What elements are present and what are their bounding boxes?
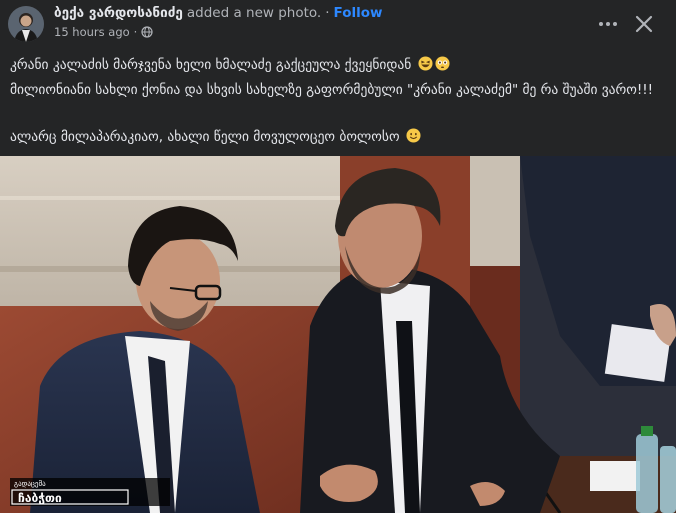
smiling-face-icon <box>406 128 421 143</box>
post-text-line-2: მილიონიანი სახლი ქონია და სხვის სახელზე … <box>10 80 670 100</box>
watermark-small-text: გადაცემა <box>14 480 46 488</box>
photo-post: ბექა ვარდოსანიძე added a new photo. · Follo… <box>0 0 676 513</box>
post-paragraph-2: მილიონიანი სახლი ქონია და სხვის სახელზე … <box>10 82 654 98</box>
ellipsis-icon <box>599 22 617 26</box>
photo-scene: გადაცემა ჩაბჭთი <box>0 156 676 513</box>
close-button[interactable] <box>632 12 656 36</box>
laughing-squint-face-icon <box>418 56 433 71</box>
more-options-button[interactable] <box>596 12 620 36</box>
watermark-big-text: ჩაბჭთი <box>18 491 62 505</box>
post-paragraph-3: ალარც მილაპარაკიაო, ახალი წელი მოვულოცეო… <box>10 129 400 145</box>
post-photo[interactable]: გადაცემა ჩაბჭთი <box>0 156 676 513</box>
post-text-line-1: კრანი კალაძის მარჯვენა ხელი ხმალაძე გაქც… <box>10 55 670 75</box>
post-action-text: added a new photo. <box>186 5 322 21</box>
post-text-line-3: ალარც მილაპარაკიაო, ახალი წელი მოვულოცეო… <box>10 127 670 147</box>
globe-icon <box>141 26 153 38</box>
separator-dot: · <box>325 5 330 21</box>
post-paragraph-1: კრანი კალაძის მარჯვენა ხელი ხმალაძე გაქც… <box>10 57 412 73</box>
post-meta: 15 hours ago · <box>54 25 153 39</box>
close-icon <box>635 15 653 33</box>
separator-dot: · <box>133 25 138 39</box>
author-line: ბექა ვარდოსანიძე added a new photo. · Follo… <box>54 5 382 21</box>
author-avatar[interactable] <box>8 6 44 42</box>
post-header: ბექა ვარდოსანიძე added a new photo. · Follo… <box>0 0 676 48</box>
author-name[interactable]: ბექა ვარდოსანიძე <box>54 5 183 21</box>
follow-button[interactable]: Follow <box>334 5 383 21</box>
post-timestamp[interactable]: 15 hours ago <box>54 25 130 39</box>
flushed-face-icon <box>435 56 450 71</box>
